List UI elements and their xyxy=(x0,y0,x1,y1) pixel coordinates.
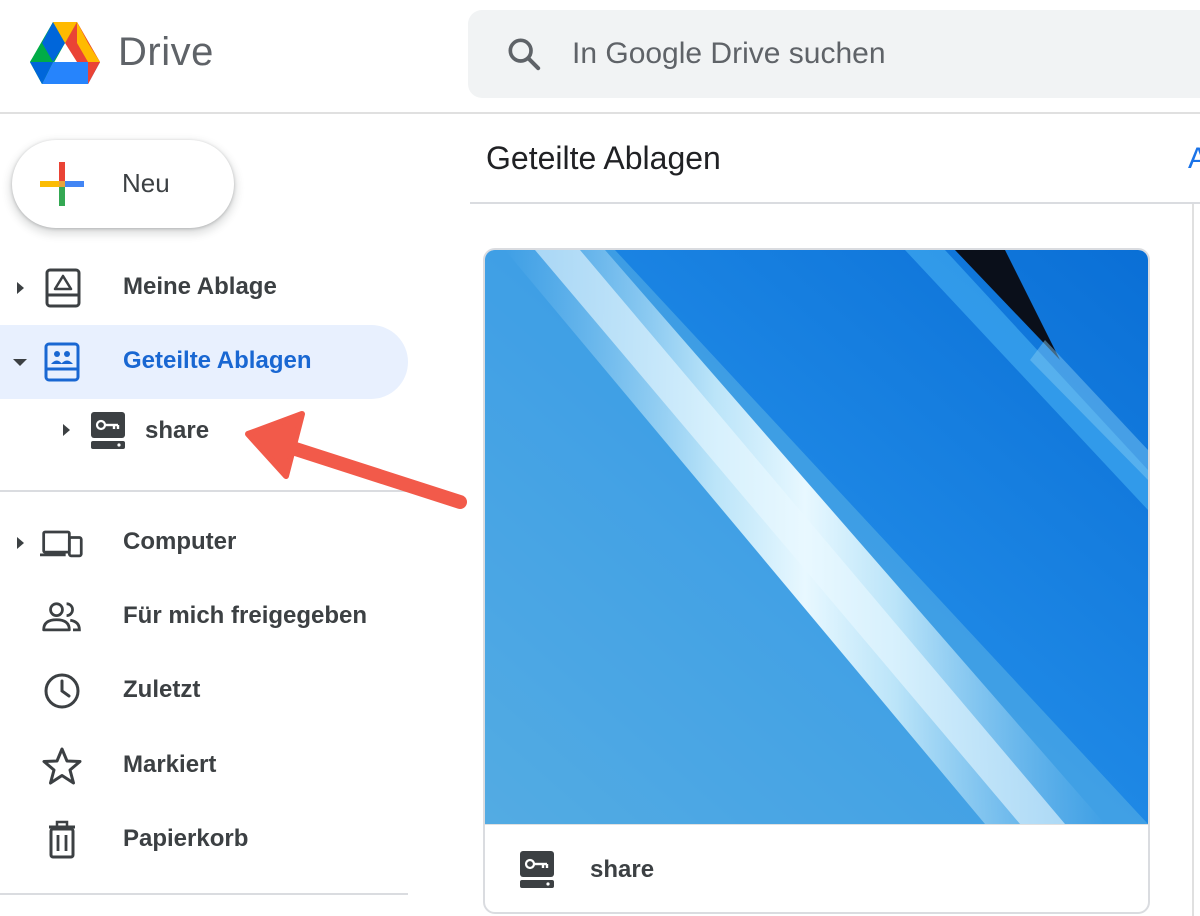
clipped-header-link[interactable]: A xyxy=(1188,142,1200,176)
clock-icon xyxy=(44,673,80,709)
sidebar-item-label: Papierkorb xyxy=(123,825,249,852)
sidebar-item-label: Meine Ablage xyxy=(123,273,277,300)
sidebar-item-starred[interactable]: Markiert xyxy=(0,729,408,803)
sidebar-item-trash[interactable]: Papierkorb xyxy=(0,803,408,877)
sidebar-item-shared-drives[interactable]: Geteilte Ablagen xyxy=(0,325,408,399)
shared-drive-icon xyxy=(91,412,125,449)
shared-drives-icon xyxy=(44,342,80,382)
sidebar-item-my-drive[interactable]: Meine Ablage xyxy=(0,251,408,325)
trash-icon xyxy=(49,820,75,859)
my-drive-icon xyxy=(45,268,81,308)
expand-arrow-icon[interactable] xyxy=(10,533,30,553)
sidebar-item-label: Computer xyxy=(123,528,237,555)
search-input[interactable] xyxy=(572,10,1172,98)
main-divider xyxy=(470,202,1200,204)
collapse-arrow-icon[interactable] xyxy=(10,352,30,372)
sidebar-item-label: Für mich freigegeben xyxy=(123,602,368,629)
search-bar[interactable] xyxy=(468,10,1200,98)
sidebar-item-label: Geteilte Ablagen xyxy=(123,347,312,374)
google-drive-logo[interactable] xyxy=(30,22,100,84)
page-title: Geteilte Ablagen xyxy=(486,140,721,176)
sidebar-item-label: Markiert xyxy=(123,751,217,778)
search-icon[interactable] xyxy=(504,34,544,74)
card-title: share xyxy=(590,856,655,883)
expand-arrow-icon[interactable] xyxy=(56,420,76,440)
drive-theme-image xyxy=(485,250,1148,824)
card-footer[interactable]: share xyxy=(485,824,1148,912)
sidebar-item-label: Zuletzt xyxy=(123,676,201,703)
sidebar-subitem-label: share xyxy=(145,417,210,444)
sidebar-item-shared-with-me[interactable]: Für mich freigegeben xyxy=(0,580,408,654)
app-name[interactable]: Drive xyxy=(118,30,214,75)
sidebar-divider xyxy=(0,893,408,895)
shared-drive-card[interactable]: share xyxy=(483,248,1150,914)
shared-drive-icon xyxy=(520,851,554,888)
plus-icon xyxy=(40,162,84,206)
sidebar-item-computers[interactable]: Computer xyxy=(0,506,408,580)
computer-icon xyxy=(40,530,83,558)
sidebar-divider xyxy=(0,490,408,492)
top-bar: Drive xyxy=(0,0,1200,114)
star-icon xyxy=(42,747,82,785)
sidebar-item-recent[interactable]: Zuletzt xyxy=(0,654,408,728)
new-button-label: Neu xyxy=(122,168,170,198)
expand-arrow-icon[interactable] xyxy=(10,278,30,298)
people-icon xyxy=(42,602,81,632)
sidebar-subitem-share[interactable]: share xyxy=(40,400,408,460)
new-button[interactable]: Neu xyxy=(12,140,234,228)
details-pane-border xyxy=(1192,204,1194,916)
